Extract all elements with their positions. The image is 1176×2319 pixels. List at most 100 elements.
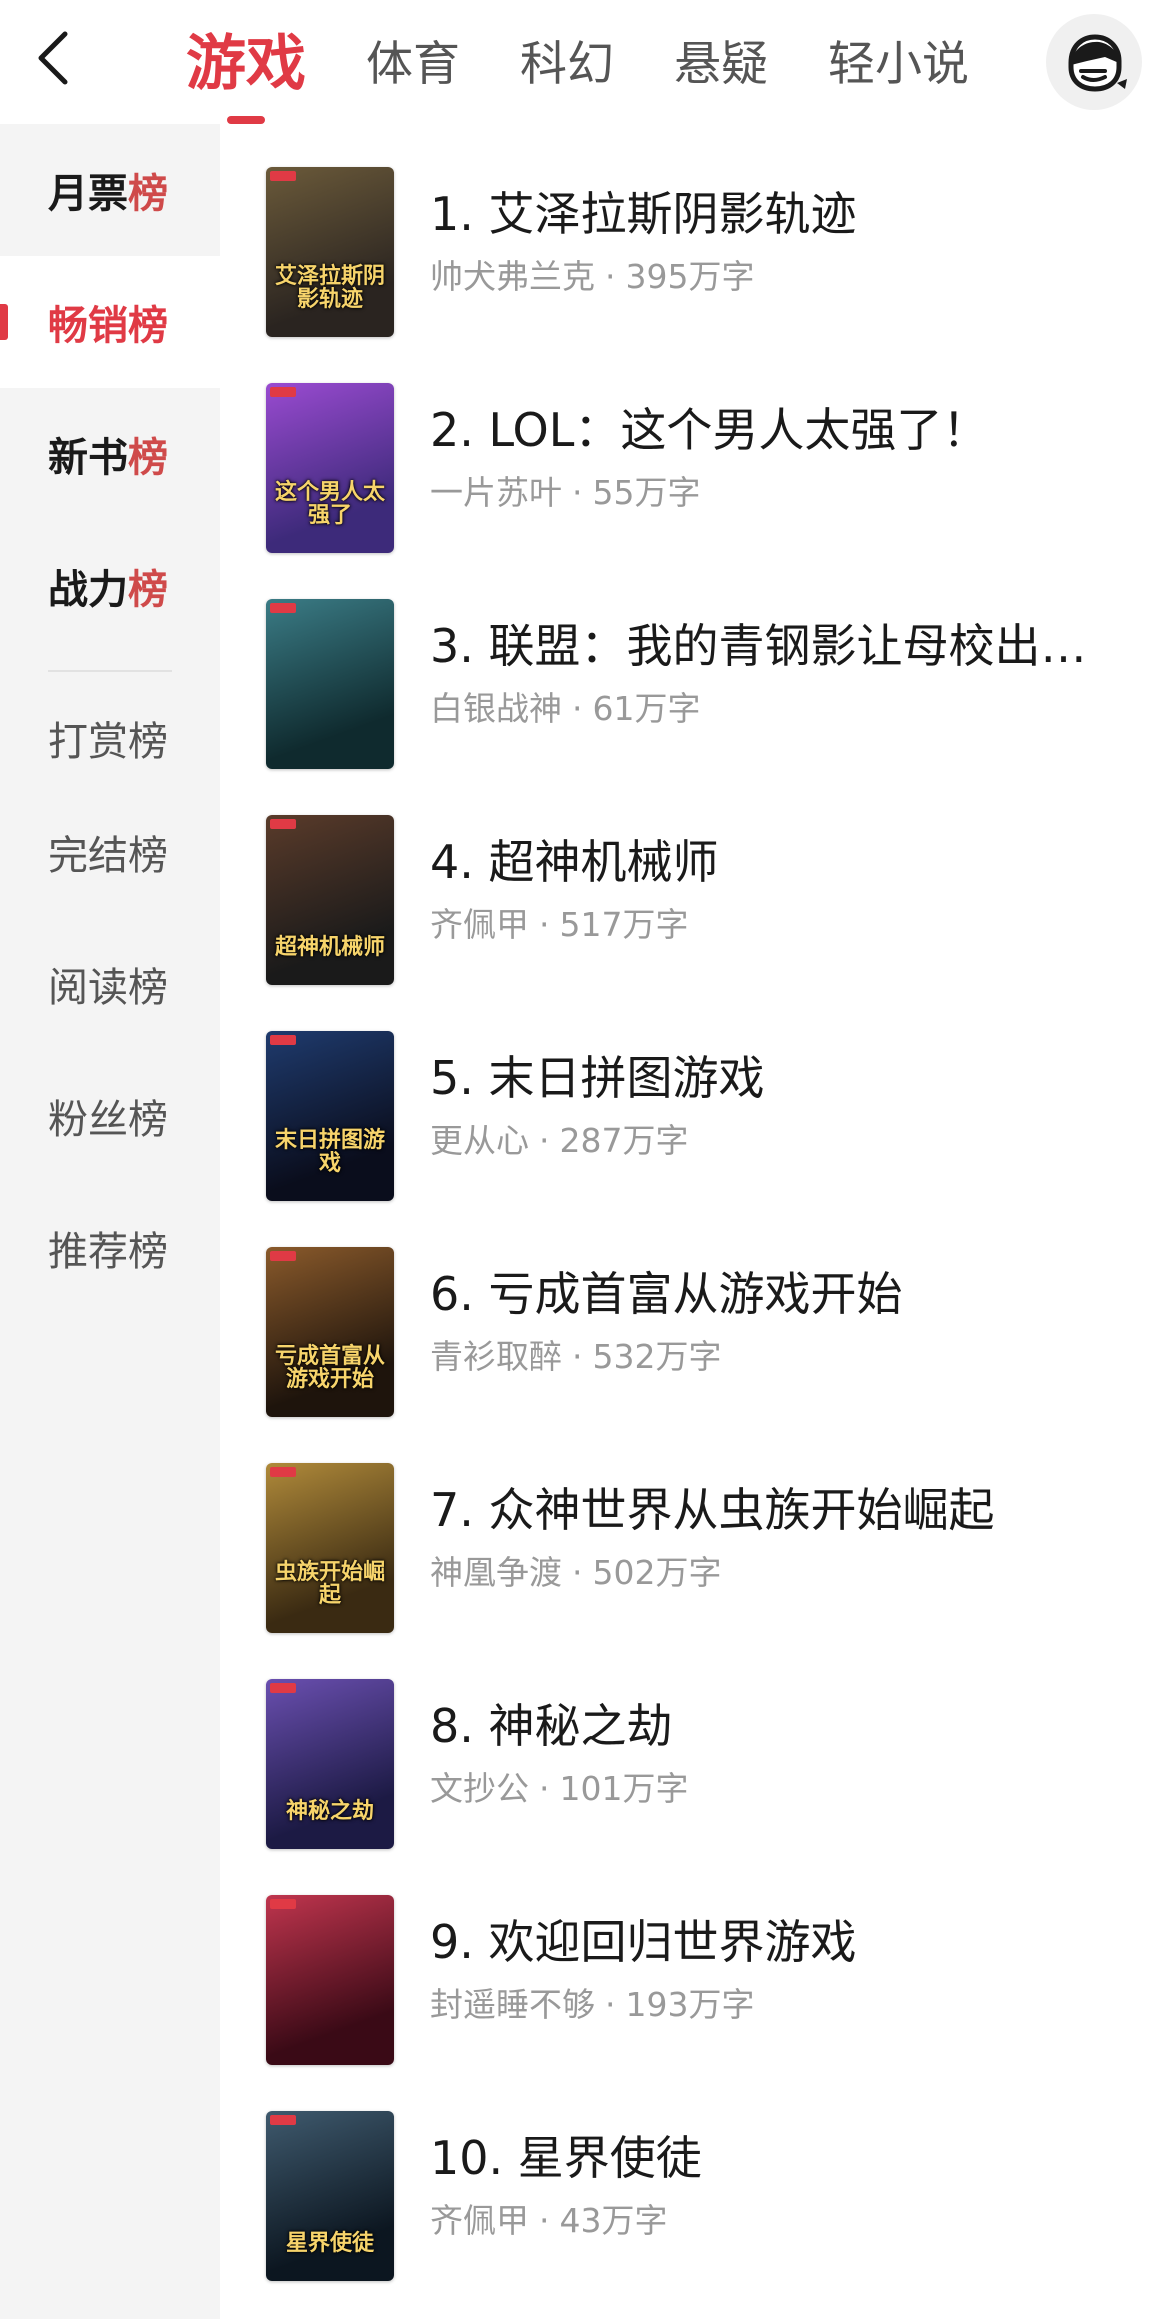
sidebar-label-accent: 榜 — [128, 435, 168, 481]
book-author: 更从心 — [430, 1120, 529, 1160]
book-row[interactable]: 虫族开始崛起 7. 众神世界从虫族开始崛起 神凰争渡 · 502万字 — [266, 1420, 1146, 1636]
book-row[interactable]: 末日拼图游戏 5. 末日拼图游戏 更从心 · 287万字 — [266, 988, 1146, 1204]
tab-0[interactable]: 游戏 — [186, 30, 306, 124]
book-word-count: 43万字 — [559, 2200, 668, 2240]
book-word-count: 61万字 — [592, 688, 701, 728]
book-cover[interactable]: 虫族开始崛起 — [266, 1463, 394, 1633]
sidebar-label: 打赏榜 — [48, 719, 168, 765]
avatar-button[interactable] — [1046, 14, 1142, 110]
meta-separator: · — [605, 256, 616, 296]
book-row[interactable]: 神秘之劫 8. 神秘之劫 文抄公 · 101万字 — [266, 1636, 1146, 1852]
book-meta: 更从心 · 287万字 — [430, 1121, 1130, 1161]
publisher-logo — [270, 1899, 296, 1909]
publisher-logo — [270, 819, 296, 829]
sidebar-label-main: 畅销 — [48, 303, 128, 349]
book-title: 2. LOL：这个男人太强了！ — [430, 404, 989, 457]
tab-3[interactable]: 悬疑 — [674, 37, 768, 88]
meta-separator: · — [572, 1336, 583, 1376]
book-info: 8. 神秘之劫 文抄公 · 101万字 — [430, 1700, 1130, 1808]
ranking-sidebar: 月票榜畅销榜新书榜战力榜打赏榜 完结榜 阅读榜 粉丝榜 推荐榜 — [0, 124, 220, 2319]
book-author: 帅犬弗兰克 — [430, 256, 595, 296]
sidebar-secondary-item-0[interactable]: 打赏榜 — [0, 690, 220, 786]
tab-2[interactable]: 科幻 — [520, 37, 614, 88]
active-tab-indicator — [227, 116, 265, 124]
book-row[interactable]: 超神机械师 4. 超神机械师 齐佩甲 · 517万字 — [266, 772, 1146, 988]
sidebar-secondary-item-2[interactable]: 阅读榜 — [0, 918, 220, 1050]
sidebar-divider — [48, 670, 172, 672]
book-cover[interactable]: 神秘之劫 — [266, 1679, 394, 1849]
tab-label: 体育 — [366, 36, 460, 92]
cover-title-art: 虫族开始崛起 — [274, 1559, 385, 1608]
book-word-count: 532万字 — [592, 1336, 722, 1376]
cover-title-art: 神秘之劫 — [285, 1798, 374, 1824]
book-cover[interactable]: 星界使徒 — [266, 2111, 394, 2281]
book-title: 7. 众神世界从虫族开始崛起 — [430, 1484, 995, 1537]
book-title: 3. 联盟：我的青钢影让母校出… — [430, 620, 1087, 673]
sidebar-secondary-item-3[interactable]: 粉丝榜 — [0, 1050, 220, 1182]
book-cover[interactable]: 这个男人太强了 — [266, 383, 394, 553]
book-cover[interactable] — [266, 599, 394, 769]
publisher-logo — [270, 1251, 296, 1261]
book-author: 神凰争渡 — [430, 1552, 562, 1592]
book-cover[interactable]: 超神机械师 — [266, 815, 394, 985]
book-row[interactable]: 艾泽拉斯阴影轨迹 1. 艾泽拉斯阴影轨迹帅犬弗兰克 · 395万字 — [266, 124, 1146, 340]
book-row[interactable]: 这个男人太强了 2. LOL：这个男人太强了！ 一片苏叶 · 55万字 — [266, 340, 1146, 556]
active-item-marker — [0, 304, 8, 340]
cover-title-art: 这个男人太强了 — [274, 479, 385, 528]
book-word-count: 193万字 — [625, 1984, 755, 2024]
book-cover[interactable]: 末日拼图游戏 — [266, 1031, 394, 1201]
book-title: 4. 超神机械师 — [430, 836, 719, 889]
book-info: 4. 超神机械师 齐佩甲 · 517万字 — [430, 836, 1130, 944]
back-button[interactable] — [30, 26, 74, 90]
book-word-count: 395万字 — [625, 256, 755, 296]
meta-separator: · — [539, 1768, 550, 1808]
book-word-count: 287万字 — [559, 1120, 689, 1160]
publisher-logo — [270, 1683, 296, 1693]
book-info: 10. 星界使徒 齐佩甲 · 43万字 — [430, 2132, 1130, 2240]
cover-title-art: 星界使徒 — [285, 2230, 374, 2256]
publisher-logo — [270, 603, 296, 613]
book-meta: 齐佩甲 · 43万字 — [430, 2201, 1130, 2241]
cover-title-art: 艾泽拉斯阴影轨迹 — [274, 263, 385, 312]
book-cover[interactable] — [266, 1895, 394, 2065]
ranking-page: 游戏 体育 科幻 悬疑 轻小说 月票榜畅销榜新书榜战力榜打赏榜 完结榜 阅读榜 粉丝榜 推荐榜 … — [0, 0, 1176, 2319]
sidebar-item-0[interactable]: 月票榜 — [0, 124, 220, 256]
book-word-count: 101万字 — [559, 1768, 689, 1808]
mascot-icon — [1068, 34, 1127, 92]
top-bar: 游戏 体育 科幻 悬疑 轻小说 — [0, 0, 1176, 124]
meta-separator: · — [572, 1552, 583, 1592]
tab-label: 科幻 — [520, 36, 614, 92]
sidebar-label: 完结榜 — [48, 833, 168, 879]
tab-label: 悬疑 — [674, 36, 768, 92]
book-cover[interactable]: 艾泽拉斯阴影轨迹 — [266, 167, 394, 337]
book-info: 7. 众神世界从虫族开始崛起 神凰争渡 · 502万字 — [430, 1484, 1130, 1592]
sidebar-secondary-item-1[interactable]: 完结榜 — [0, 786, 220, 918]
tab-1[interactable]: 体育 — [366, 37, 460, 88]
sidebar-secondary-item-4[interactable]: 推荐榜 — [0, 1182, 220, 1314]
book-meta: 白银战神 · 61万字 — [430, 689, 1130, 729]
sidebar-item-1[interactable]: 畅销榜 — [0, 256, 220, 388]
book-meta: 封遥睡不够 · 193万字 — [430, 1985, 1130, 2025]
book-row[interactable]: 星界使徒 10. 星界使徒 齐佩甲 · 43万字 — [266, 2068, 1146, 2284]
book-list: 艾泽拉斯阴影轨迹 1. 艾泽拉斯阴影轨迹 帅犬弗兰克 · 395万字 这个男人太强了 2. … — [266, 124, 1146, 2284]
book-row[interactable]: 9. 欢迎回归世界游戏 封遥睡不够 · 193万字 — [266, 1852, 1146, 2068]
book-author: 白银战神 — [430, 688, 562, 728]
book-title: 1. 艾泽拉斯阴影轨迹 — [430, 188, 857, 241]
book-info: 3. 联盟：我的青钢影让母校出… 白银战神 · 61万字 — [430, 620, 1130, 728]
publisher-logo — [270, 1035, 296, 1045]
meta-separator: · — [539, 2200, 550, 2240]
book-meta: 帅犬弗兰克 · 395万字 — [430, 257, 1130, 297]
tab-4[interactable]: 轻小说 — [828, 37, 969, 88]
book-row[interactable]: 3. 联盟：我的青钢影让母校出… 白银战神 · 61万字 — [266, 556, 1146, 772]
sidebar-item-2[interactable]: 新书榜 — [0, 388, 220, 520]
book-cover[interactable]: 亏成首富从游戏开始 — [266, 1247, 394, 1417]
publisher-logo — [270, 1467, 296, 1477]
book-info: 6. 亏成首富从游戏开始 青衫取醉 · 532万字 — [430, 1268, 1130, 1376]
book-row[interactable]: 亏成首富从游戏开始 6. 亏成首富从游戏开始 青衫取醉 · 532万字 — [266, 1204, 1146, 1420]
tab-label: 轻小说 — [828, 36, 969, 92]
sidebar-item-3[interactable]: 战力榜 — [0, 520, 220, 652]
book-info: 2. LOL：这个男人太强了！ 一片苏叶 · 55万字 — [430, 404, 1130, 512]
book-author: 青衫取醉 — [430, 1336, 562, 1376]
book-word-count: 55万字 — [592, 472, 701, 512]
sidebar-label: 推荐榜 — [48, 1229, 168, 1275]
